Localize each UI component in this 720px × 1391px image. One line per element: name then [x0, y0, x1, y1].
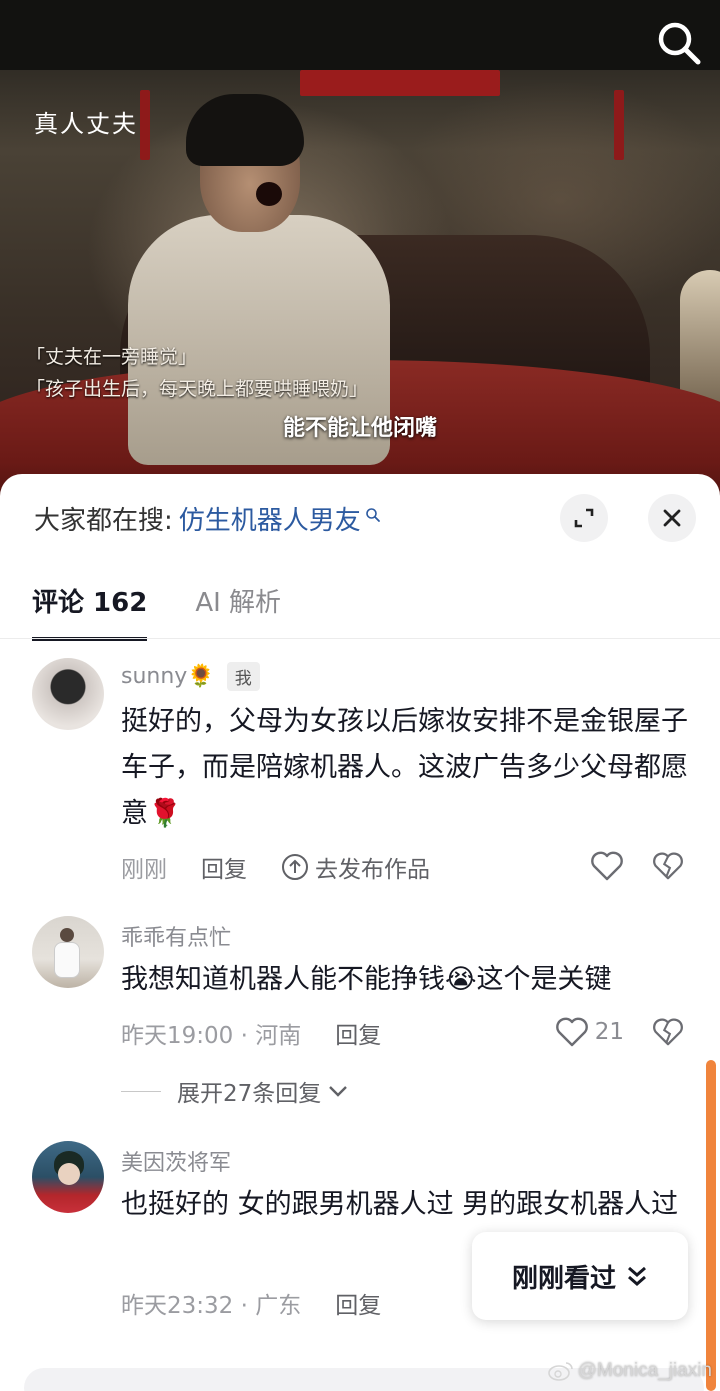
red-tassel [140, 90, 150, 160]
tab-divider [0, 638, 720, 639]
recently-viewed-button[interactable]: 刚刚看过 [472, 1232, 688, 1320]
comment-time: 昨天19:00 · 河南 [121, 1023, 302, 1049]
heart-icon [555, 1017, 588, 1047]
username-text: sunny🌻 [121, 664, 215, 689]
reply-button[interactable]: 回复 [201, 850, 247, 884]
dislike-button[interactable] [652, 850, 684, 886]
top-bar [0, 0, 720, 70]
red-tassel [614, 90, 624, 160]
expand-icon [574, 508, 594, 528]
publish-work-button[interactable]: 去发布作品 [281, 850, 430, 884]
avatar[interactable] [32, 916, 104, 988]
red-decoration [300, 70, 500, 96]
scroll-indicator[interactable] [706, 1060, 716, 1391]
video-tag: 真人丈夫 [34, 110, 138, 138]
weibo-logo-icon [547, 1362, 573, 1381]
comment-time: 刚刚 [121, 857, 167, 883]
small-search-icon [365, 507, 380, 522]
person-mouth [256, 182, 282, 206]
search-icon[interactable] [654, 18, 704, 68]
broken-heart-icon [653, 852, 683, 880]
subtitle-line-1: 「丈夫在一旁睡觉」 [26, 346, 198, 368]
reply-button[interactable]: 回复 [335, 1016, 381, 1050]
comment-meta: 昨天19:00 · 河南 回复 [121, 1016, 381, 1050]
me-badge: 我 [226, 662, 260, 691]
double-chevron-down-icon [628, 1266, 646, 1286]
recently-viewed-label: 刚刚看过 [511, 1263, 616, 1294]
search-suggestion-term[interactable]: 仿生机器人男友 [179, 500, 361, 537]
expand-replies-label: 展开27条回复 [177, 1081, 322, 1107]
comment-time: 昨天23:32 · 广东 [121, 1293, 302, 1319]
comment-username[interactable]: 乖乖有点忙 [121, 920, 231, 952]
broken-heart-icon [653, 1018, 683, 1046]
heart-icon [591, 851, 623, 881]
search-suggestion[interactable]: 大家都在搜: 仿生机器人男友 [34, 500, 381, 537]
dislike-button[interactable] [652, 1016, 684, 1052]
subtitle-line-2: 「孩子出生后，每天晚上都要哄睡喂奶」 [26, 378, 369, 400]
expand-fullscreen-button[interactable] [560, 494, 608, 542]
avatar[interactable] [32, 1141, 104, 1213]
like-button[interactable]: 21 [555, 1016, 624, 1048]
like-button[interactable] [590, 850, 624, 882]
watermark-text: @Monica_jiaxin [577, 1360, 712, 1381]
comment-tabs: 评论 162 AI 解析 [32, 582, 329, 641]
comment-username[interactable]: 美因茨将军 [121, 1145, 231, 1177]
upload-icon [282, 854, 308, 880]
chevron-down-icon [329, 1086, 348, 1097]
tab-comments[interactable]: 评论 162 [32, 582, 148, 641]
reply-button[interactable]: 回复 [335, 1286, 381, 1320]
watermark: @Monica_jiaxin [547, 1360, 712, 1382]
video-caption: 能不能让他闭嘴 [282, 416, 437, 441]
comment-username[interactable]: sunny🌻 我 [121, 662, 260, 691]
avatar[interactable] [32, 658, 104, 730]
search-suggestion-prefix: 大家都在搜: [34, 506, 173, 536]
expand-divider [121, 1090, 161, 1092]
comment-text: 也挺好的 女的跟男机器人过 男的跟女机器人过 [121, 1189, 679, 1220]
publish-work-label: 去发布作品 [315, 857, 430, 883]
close-icon [663, 509, 681, 527]
close-button[interactable] [648, 494, 696, 542]
video-player[interactable]: 真人丈夫 「丈夫在一旁睡觉」 「孩子出生后，每天晚上都要哄睡喂奶」 能不能让他闭… [0, 0, 720, 500]
comment-meta: 刚刚 回复 去发布作品 [121, 850, 430, 884]
expand-replies-button[interactable]: 展开27条回复 [121, 1074, 349, 1108]
comment-meta: 昨天23:32 · 广东 回复 [121, 1286, 381, 1320]
tab-ai-analysis[interactable]: AI 解析 [195, 582, 281, 641]
comment-text: 挺好的，父母为女孩以后嫁妆安排不是金银屋子车子，而是陪嫁机器人。这波广告多少父母… [121, 706, 688, 829]
comment-text: 我想知道机器人能不能挣钱😭这个是关键 [121, 964, 612, 995]
person-hair [186, 94, 304, 166]
like-count: 21 [594, 1019, 624, 1045]
